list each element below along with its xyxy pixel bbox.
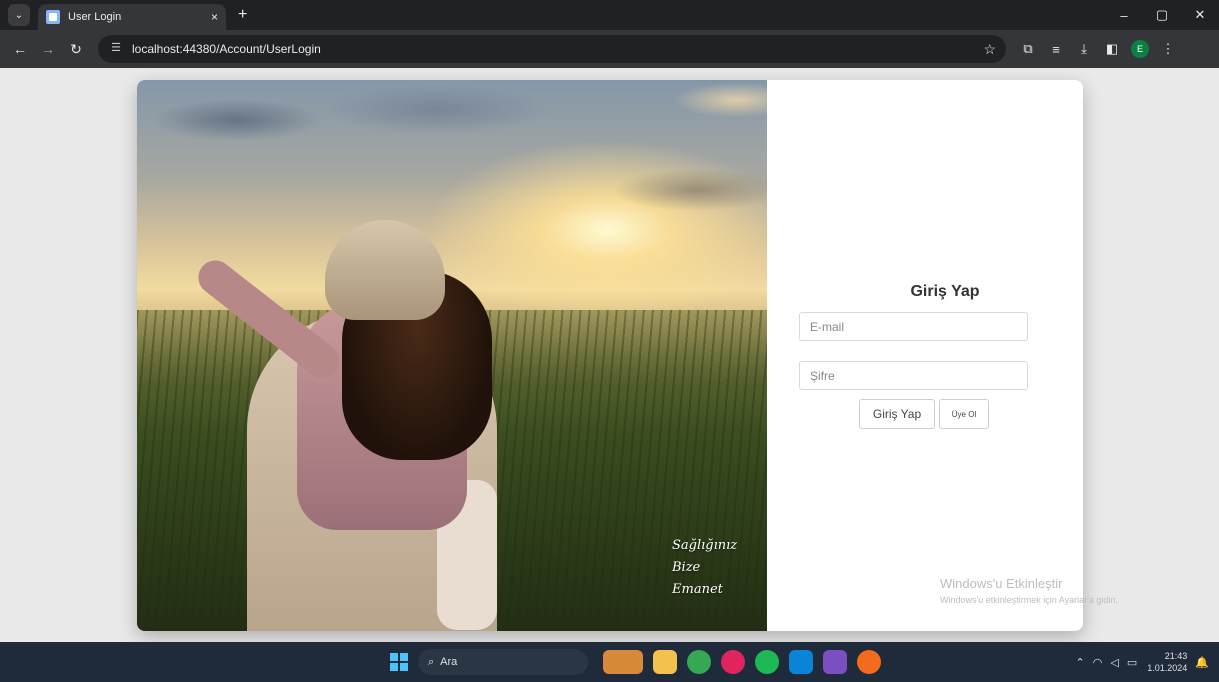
browser-toolbar: ← → ↻ ☰ localhost:44380/Account/UserLogi…	[0, 30, 1219, 68]
postman-icon[interactable]	[857, 650, 881, 674]
clock[interactable]: 21:43 1.01.2024	[1147, 650, 1187, 674]
clock-time: 21:43	[1164, 651, 1188, 661]
photo-clouds	[137, 80, 767, 230]
watermark-subtitle: Windows'u etkinleştirmek için Ayarlar'a …	[940, 595, 1118, 605]
battery-icon[interactable]: ▭	[1127, 656, 1137, 669]
reload-icon[interactable]: ↻	[62, 35, 90, 63]
reading-list-icon[interactable]: ≡	[1042, 35, 1070, 63]
search-icon: ⌕	[428, 655, 435, 668]
chevron-up-icon[interactable]: ⌃	[1076, 656, 1085, 669]
activation-watermark: Windows'u Etkinleştir Windows'u etkinleş…	[940, 576, 1118, 605]
taskbar: ⌕ Ara ⌃ ◠ ◁ ▭ 21:43 1.01.2024 🔔	[0, 642, 1219, 682]
hero-photo: Sağlığınız Bize Emanet	[137, 80, 767, 631]
browser-tab-bar: ⌄ User Login × + – ▢ ✕	[0, 0, 1219, 30]
password-field[interactable]	[799, 361, 1028, 390]
taskbar-search-label: Ara	[440, 656, 458, 668]
back-arrow-icon[interactable]: ←	[6, 35, 34, 63]
watermark-title: Windows'u Etkinleştir	[940, 576, 1063, 591]
taskbar-center: ⌕ Ara	[390, 642, 886, 682]
extensions-icon[interactable]: ⧉	[1014, 35, 1042, 63]
clock-date: 1.01.2024	[1147, 663, 1188, 673]
file-explorer-icon[interactable]	[653, 650, 677, 674]
photo-child-hat	[325, 220, 445, 320]
start-button[interactable]	[390, 653, 408, 671]
slogan-line-3: Emanet	[672, 582, 723, 597]
profile-avatar[interactable]: E	[1131, 40, 1149, 58]
notification-bell-icon[interactable]: 🔔	[1195, 656, 1209, 669]
address-bar[interactable]: ☰ localhost:44380/Account/UserLogin ☆	[98, 35, 1006, 63]
tab-title: User Login	[68, 11, 122, 23]
opera-icon[interactable]	[721, 650, 745, 674]
download-icon[interactable]: ⤓	[1070, 35, 1098, 63]
visual-studio-icon[interactable]	[823, 650, 847, 674]
window-controls: – ▢ ✕	[1105, 0, 1219, 30]
widgets-icon[interactable]	[603, 650, 643, 674]
chrome-icon[interactable]	[687, 650, 711, 674]
bookmark-star-icon[interactable]: ☆	[983, 41, 996, 58]
new-tab-button[interactable]: +	[238, 6, 247, 24]
login-button[interactable]: Giriş Yap	[859, 399, 935, 429]
slogan-line-2: Bize	[672, 560, 701, 575]
login-card: Sağlığınız Bize Emanet Giriş Yap Giriş Y…	[137, 80, 1083, 631]
close-window-button[interactable]: ✕	[1181, 0, 1219, 30]
maximize-button[interactable]: ▢	[1143, 0, 1181, 30]
page-favicon-icon	[46, 10, 60, 24]
browser-tab[interactable]: User Login ×	[38, 4, 226, 30]
toolbar-icons: ⧉ ≡ ⤓ ◧ E ⋮	[1014, 35, 1182, 63]
system-tray: ⌃ ◠ ◁ ▭ 21:43 1.01.2024 🔔	[1068, 642, 1209, 682]
tab-search-button[interactable]: ⌄	[8, 4, 30, 26]
minimize-button[interactable]: –	[1105, 0, 1143, 30]
kebab-menu-icon[interactable]: ⋮	[1154, 35, 1182, 63]
url-text[interactable]: localhost:44380/Account/UserLogin	[132, 42, 983, 56]
forward-arrow-icon[interactable]: →	[34, 35, 62, 63]
tab-close-icon[interactable]: ×	[211, 10, 218, 24]
register-button[interactable]: Üye Ol	[939, 399, 989, 429]
page-viewport: Sağlığınız Bize Emanet Giriş Yap Giriş Y…	[0, 68, 1219, 642]
wifi-icon[interactable]: ◠	[1093, 656, 1103, 669]
site-settings-icon[interactable]: ☰	[108, 41, 124, 57]
login-form: Giriş Yap Giriş Yap Üye Ol	[767, 80, 1083, 631]
slogan: Sağlığınız Bize Emanet	[672, 535, 737, 601]
slogan-line-1: Sağlığınız	[672, 538, 738, 553]
email-field[interactable]	[799, 312, 1028, 341]
vscode-icon[interactable]	[789, 650, 813, 674]
volume-icon[interactable]: ◁	[1110, 656, 1118, 669]
spotify-icon[interactable]	[755, 650, 779, 674]
side-panel-icon[interactable]: ◧	[1098, 35, 1126, 63]
taskbar-search[interactable]: ⌕ Ara	[418, 649, 588, 675]
login-title: Giriş Yap	[910, 283, 980, 300]
